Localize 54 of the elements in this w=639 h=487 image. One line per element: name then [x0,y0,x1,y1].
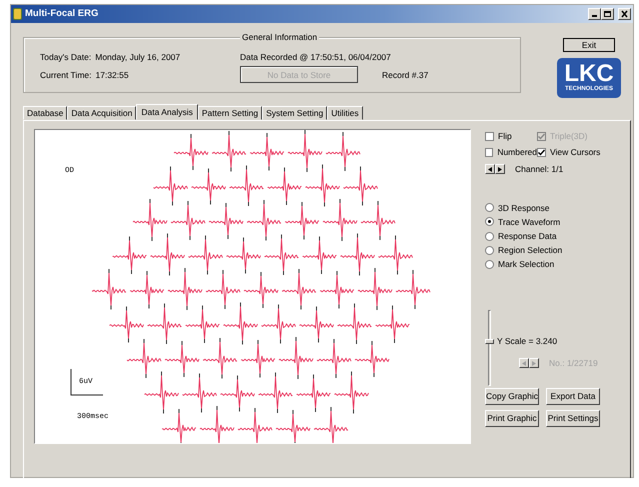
logo-text: LKC [563,62,615,86]
radio-label: Mark Selection [498,259,554,270]
scale-bar [70,368,104,396]
left-arrow-icon [522,360,526,366]
date-value: Monday, July 16, 2007 [95,52,180,62]
slider-thumb[interactable] [485,338,494,344]
time-value: 17:32:55 [96,70,129,80]
tab[interactable]: Data Analysis [136,104,198,120]
time-label: Current Time: [40,70,92,80]
radio-button[interactable] [485,260,494,269]
slider-track[interactable] [488,310,491,386]
action-button[interactable]: Print Settings [546,410,600,426]
checkbox[interactable] [485,148,494,157]
minimize-button[interactable] [588,8,601,20]
app-icon [13,8,22,20]
group-title: General Information [240,32,320,42]
tab[interactable]: System Setting [262,106,328,120]
close-button[interactable] [618,8,631,20]
radio-label: 3D Response [498,202,550,213]
checkbox[interactable] [485,132,494,141]
checkbox-label: Numbered [497,147,537,158]
window-title: Multi-Focal ERG [25,8,98,20]
y-scale-label: Y Scale = 3.240 [497,336,558,346]
date-label: Today's Date: [40,52,92,62]
radio-label: Response Data [498,230,557,242]
radio-button[interactable] [485,246,494,255]
radio-button[interactable] [485,232,494,241]
maximize-button[interactable] [601,8,614,20]
action-button[interactable]: Print Graphic [485,410,539,426]
channel-label: Channel: 1/1 [515,164,564,175]
checkbox-label: Flip [498,131,512,142]
checkbox[interactable] [537,148,546,157]
close-icon [619,9,630,19]
checkbox-label: Triple(3D) [550,131,588,142]
tab[interactable]: Database [23,106,68,120]
tab[interactable]: Data Acquisition [67,106,136,120]
right-arrow-icon [498,166,502,172]
tab[interactable]: Utilities [327,106,363,120]
right-arrow-icon [532,360,536,366]
tab[interactable]: Pattern Setting [198,106,262,120]
radio-button[interactable] [485,217,494,226]
radio-label: Region Selection [498,245,562,256]
recorded-timestamp: Data Recorded @ 17:50:51, 06/04/2007 [240,52,392,62]
right-arrow-button[interactable] [495,164,505,174]
action-button[interactable]: Copy Graphic [485,388,539,404]
left-arrow-button[interactable] [485,164,495,174]
checkbox-label: View Cursors [550,147,600,158]
radio-button[interactable] [485,203,494,212]
exit-button[interactable]: Exit [563,38,615,52]
record-index-label: No.: 1/22719 [549,358,598,368]
left-arrow-icon [488,166,492,172]
action-button[interactable]: Export Data [546,388,600,404]
record-number: Record #.37 [382,70,428,80]
radio-label: Trace Waveform [498,216,560,227]
